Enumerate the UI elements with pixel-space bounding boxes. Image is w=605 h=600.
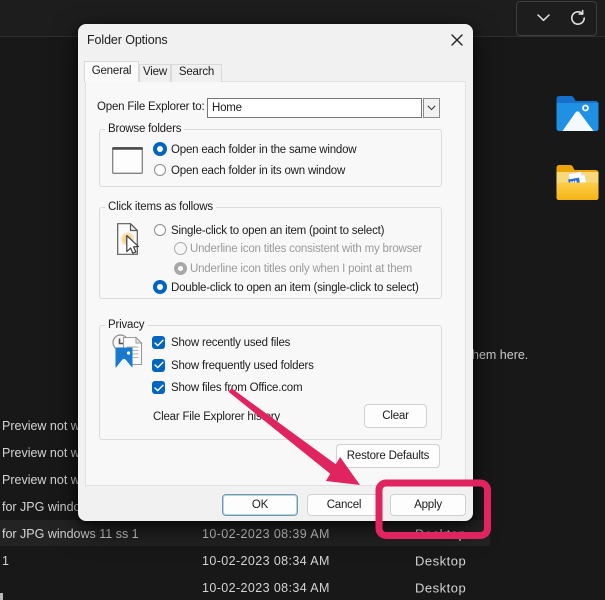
clear-button[interactable]: Clear bbox=[364, 404, 427, 428]
combobox-dropdown-button[interactable] bbox=[423, 98, 440, 118]
file-name: Preview not w bbox=[2, 473, 80, 487]
documents-folder-icon[interactable] bbox=[556, 163, 599, 206]
pictures-folder-icon[interactable] bbox=[556, 94, 599, 137]
radio-double-click[interactable] bbox=[153, 280, 167, 294]
cancel-button[interactable]: Cancel bbox=[307, 494, 381, 516]
file-name: Preview not w bbox=[2, 446, 80, 460]
open-to-label: Open File Explorer to: bbox=[97, 101, 204, 113]
group-browse-folders: Browse folders Open each folder in the s… bbox=[99, 129, 442, 187]
dialog-title: Folder Options bbox=[87, 33, 168, 47]
group-click-items: Click items as follows Single-click to o… bbox=[99, 207, 442, 299]
checkbox-office-files[interactable] bbox=[152, 381, 165, 394]
radio-label: Underline icon titles only when I point … bbox=[190, 263, 412, 275]
folder-options-dialog: Folder Options General View Search Open … bbox=[78, 24, 473, 521]
window-icon bbox=[112, 147, 143, 174]
tab-general[interactable]: General bbox=[84, 61, 139, 82]
group-legend: Privacy bbox=[105, 319, 147, 331]
checkbox-label[interactable]: Show recently used files bbox=[171, 337, 290, 349]
radio-label[interactable]: Open each folder in the same window bbox=[171, 144, 356, 156]
apply-button[interactable]: Apply bbox=[390, 494, 466, 516]
refresh-icon[interactable] bbox=[566, 0, 590, 35]
file-row[interactable]: for JPG windows 11 ss 1 10-02-2023 08:39… bbox=[0, 520, 605, 547]
file-name: for JPG windo bbox=[2, 500, 81, 514]
checkbox-recent-files[interactable] bbox=[152, 336, 165, 349]
tab-view[interactable]: View bbox=[139, 64, 171, 82]
radio-underline-consistent bbox=[174, 242, 187, 255]
file-name: for JPG windows 11 ss 1 bbox=[2, 527, 139, 541]
click-item-icon bbox=[117, 223, 141, 257]
ok-button[interactable]: OK bbox=[222, 494, 298, 516]
radio-own-window[interactable] bbox=[154, 164, 166, 176]
checkbox-label[interactable]: Show files from Office.com bbox=[171, 382, 302, 394]
file-row[interactable]: 1 10-02-2023 08:34 AM Desktop bbox=[0, 547, 605, 574]
file-date: 10-02-2023 08:34 AM bbox=[202, 581, 330, 595]
file-location: Desktop bbox=[415, 580, 466, 595]
privacy-icon bbox=[111, 334, 145, 368]
radio-label[interactable]: Single-click to open an item (point to s… bbox=[171, 225, 384, 237]
checkbox-label[interactable]: Show frequently used folders bbox=[171, 360, 314, 372]
group-legend: Click items as follows bbox=[105, 201, 216, 213]
radio-label[interactable]: Open each folder in its own window bbox=[171, 165, 345, 177]
radio-label[interactable]: Double-click to open an item (single-cli… bbox=[171, 282, 419, 294]
toolbar-button-group bbox=[516, 1, 597, 36]
file-date: 10-02-2023 08:39 AM bbox=[202, 527, 330, 541]
tab-search[interactable]: Search bbox=[171, 64, 222, 82]
chevron-down-icon[interactable] bbox=[531, 0, 555, 35]
radio-label: Underline icon titles consistent with my… bbox=[190, 243, 422, 255]
corner-artifact bbox=[0, 593, 3, 600]
radio-same-window[interactable] bbox=[153, 142, 167, 156]
drop-hint-text: hem here. bbox=[472, 348, 528, 362]
clear-history-label: Clear File Explorer history bbox=[153, 411, 280, 423]
close-button[interactable] bbox=[445, 28, 469, 52]
checkbox-frequent-folders[interactable] bbox=[152, 359, 165, 372]
restore-defaults-button[interactable]: Restore Defaults bbox=[336, 444, 440, 468]
file-date: 10-02-2023 08:34 AM bbox=[202, 554, 330, 568]
file-location: Desktop bbox=[415, 526, 466, 541]
radio-single-click[interactable] bbox=[154, 224, 166, 236]
file-location: Desktop bbox=[415, 553, 466, 568]
file-row[interactable]: 10-02-2023 08:34 AM Desktop bbox=[0, 574, 605, 600]
group-privacy: Privacy Show recently used files Show fr… bbox=[99, 325, 442, 440]
radio-underline-point bbox=[174, 262, 187, 275]
open-to-combobox[interactable]: Home bbox=[207, 98, 422, 118]
file-name: 1 bbox=[2, 554, 9, 568]
file-name: Preview not w bbox=[2, 419, 80, 433]
group-legend: Browse folders bbox=[105, 123, 184, 135]
